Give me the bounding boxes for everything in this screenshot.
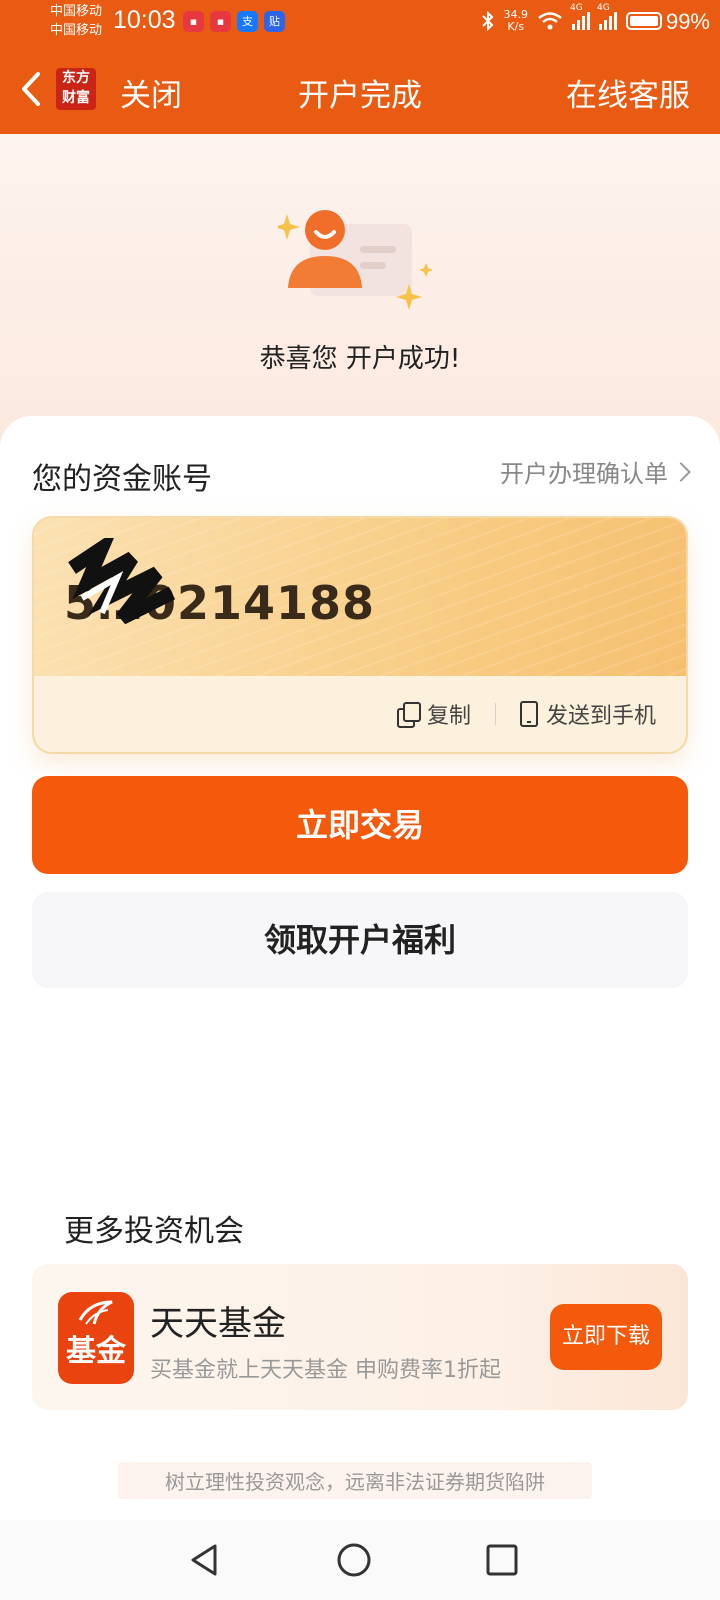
battery-percent: 99% [665,9,710,34]
risk-warning: 树立理性投资观念，远离非法证券期货陷阱 [118,1462,592,1499]
app-description: 买基金就上天天基金 申购费率1折起 [150,1358,501,1383]
redaction-scribble [68,538,176,625]
success-message: 恭喜您 开户成功! [259,344,461,374]
confirmation-form-label: 开户办理确认单 [500,460,668,488]
phone-icon [519,701,538,727]
network-speed-unit: K/s [507,20,525,33]
more-opportunities-title: 更多投资机会 [64,1214,244,1249]
net-type-2: 4G [597,3,610,13]
app-icon-label: 基金 [66,1334,126,1369]
nav-recents-icon[interactable] [482,1540,522,1580]
wifi-icon [538,12,562,30]
status-bar: 中国移动 中国移动 10:03 ▪ ▪ 支 贴 34.9 K/s 4G 4G 9 [0,0,720,44]
tieba-icon: 贴 [264,11,285,32]
send-to-phone-button[interactable]: 发送到手机 [519,698,656,730]
copy-button[interactable]: 复制 [396,698,471,730]
claim-benefit-button[interactable]: 领取开户福利 [32,892,688,988]
app-name: 天天基金 [150,1304,286,1344]
carrier-info: 中国移动 中国移动 [50,2,102,40]
main-content: 您的资金账号 开户办理确认单 5…0214188 复制 发送到手机 立即交易 领… [0,416,720,1516]
net-type-1: 4G [570,3,583,13]
bluetooth-icon [481,11,493,31]
battery-icon [626,12,662,30]
clock: 10:03 [113,6,176,34]
card-actions: 复制 发送到手机 [396,698,656,730]
network-speed: 34.9 K/s [504,9,529,33]
huawei-app-icon: ▪ [210,11,231,32]
success-hero: 恭喜您 开户成功! [0,134,720,454]
trade-now-button[interactable]: 立即交易 [32,776,688,874]
online-service-button[interactable]: 在线客服 [566,70,690,115]
fund-app-promo[interactable]: 基金 天天基金 买基金就上天天基金 申购费率1折起 立即下载 [32,1264,688,1410]
signal-bars-icon [572,12,590,30]
carrier-1: 中国移动 [50,4,103,19]
signal-1: 4G [570,3,590,30]
tiantian-fund-app-icon: 基金 [58,1292,134,1384]
nav-home-icon[interactable] [334,1540,374,1580]
confirmation-form-link[interactable]: 开户办理确认单 [500,454,691,489]
send-to-phone-label: 发送到手机 [545,704,656,729]
nav-back-icon[interactable] [185,1540,225,1580]
top-nav-bar: 东方 财富 关闭 开户完成 在线客服 [0,44,720,134]
notification-icons: ▪ ▪ 支 贴 [183,11,285,32]
signal-bars-icon [599,12,617,30]
status-indicators: 34.9 K/s 4G 4G [481,3,662,33]
download-now-button[interactable]: 立即下载 [550,1304,662,1370]
carrier-2: 中国移动 [50,23,103,38]
account-card-illustration [278,210,433,310]
huawei-app-icon: ▪ [183,11,204,32]
copy-icon [396,702,421,728]
chevron-right-icon [671,461,691,482]
swirl-icon [78,1300,113,1325]
action-divider [494,703,496,725]
signal-2: 4G [597,3,617,30]
account-section-title: 您的资金账号 [32,462,212,497]
alipay-icon: 支 [237,11,258,32]
system-nav-bar [0,1520,720,1600]
account-card: 5…0214188 复制 发送到手机 [32,516,688,754]
copy-label: 复制 [426,704,471,729]
